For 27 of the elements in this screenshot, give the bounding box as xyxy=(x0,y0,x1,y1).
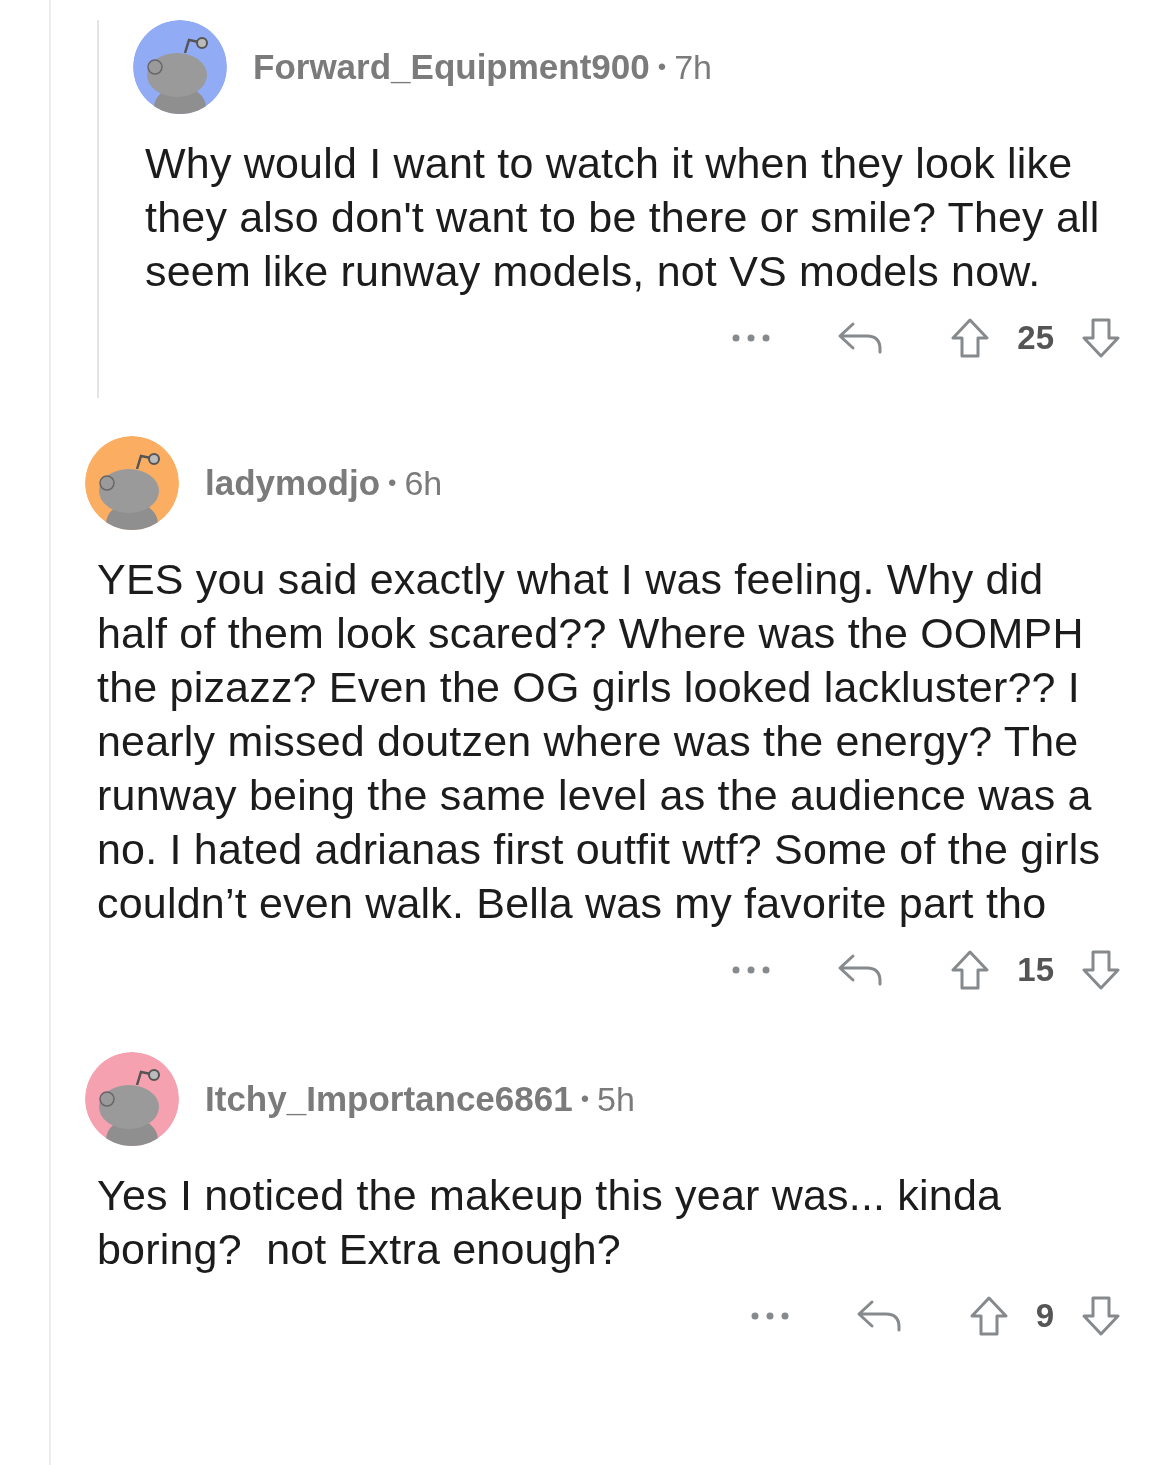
username[interactable]: ladymodjo xyxy=(205,456,381,510)
reply-icon[interactable] xyxy=(837,321,884,355)
vote-count: 9 xyxy=(1035,1296,1054,1337)
more-icon[interactable] xyxy=(732,965,771,975)
separator-dot: • xyxy=(580,1084,590,1114)
downvote-icon[interactable] xyxy=(1082,950,1120,990)
reply-icon[interactable] xyxy=(837,953,884,987)
comment-text: YES you said exactly what I was feeling. Why did half of them look scared?? Where was the OOMPH the pizazz? Even the OG girls looked lackluster?? I nearly missed doutzen where was the energy? The runway being the same level as the audience was a no. I hated adrianas first outfit wtf? Some of the girls couldn’t even walk. Bella was my favorite part tho xyxy=(97,554,1102,929)
downvote-icon[interactable] xyxy=(1082,318,1120,358)
downvote-icon[interactable] xyxy=(1082,1296,1120,1336)
timestamp: 6h xyxy=(404,462,443,504)
timestamp: 7h xyxy=(674,46,712,88)
comment-text: Why would I want to watch it when they look like they also don't want to be there or smile? They all seem like runway models, not VS models now. xyxy=(145,138,1101,297)
upvote-icon[interactable] xyxy=(951,318,990,358)
username[interactable]: Forward_Equipment900 xyxy=(253,40,650,94)
vote-count: 15 xyxy=(1017,950,1054,991)
more-icon[interactable] xyxy=(732,333,771,343)
separator-dot: • xyxy=(657,52,667,82)
vote-count: 25 xyxy=(1017,318,1054,359)
separator-dot: • xyxy=(388,468,397,498)
comment-text: Yes I noticed the makeup this year was... kinda boring? not Extra enough? xyxy=(97,1170,1003,1275)
upvote-icon[interactable] xyxy=(951,950,990,990)
reply-icon[interactable] xyxy=(855,1299,902,1333)
more-icon[interactable] xyxy=(750,1311,789,1321)
username[interactable]: Itchy_Importance6861 xyxy=(205,1072,573,1126)
timestamp: 5h xyxy=(597,1078,635,1120)
upvote-icon[interactable] xyxy=(969,1296,1008,1336)
